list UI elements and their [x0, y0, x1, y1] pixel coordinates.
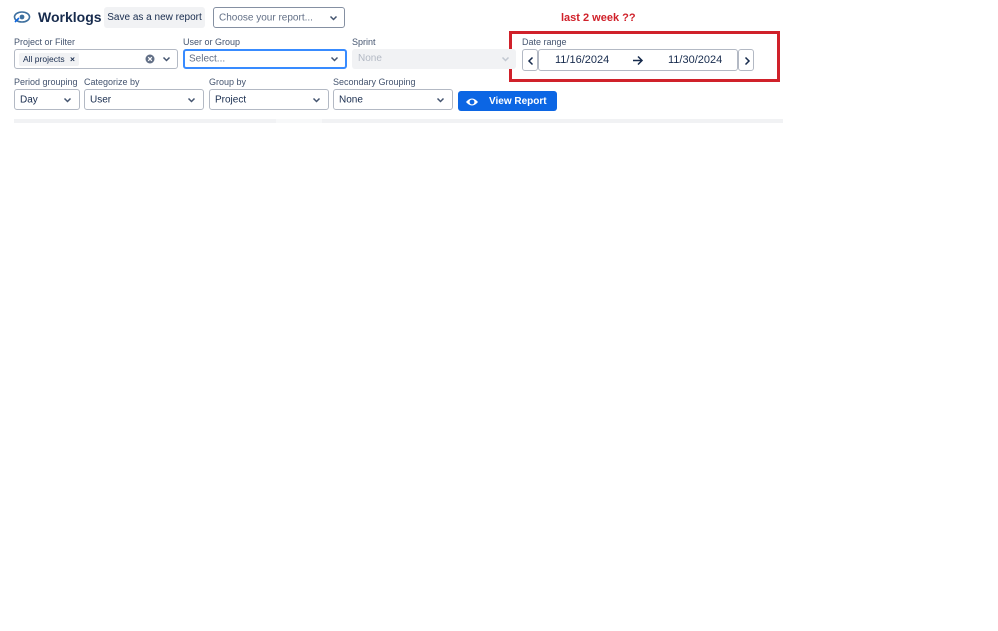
eye-icon	[465, 95, 479, 113]
next-period-button[interactable]	[738, 49, 754, 71]
project-tag-label: All projects	[23, 54, 65, 64]
period-grouping-label: Period grouping	[14, 77, 78, 87]
view-report-label: View Report	[489, 96, 547, 107]
chevron-down-icon	[329, 13, 338, 22]
chevron-right-icon	[743, 56, 751, 69]
date-range-control: 11/16/2024 11/30/2024	[522, 49, 754, 71]
categorize-by-select[interactable]: User	[84, 89, 204, 110]
save-as-new-report-label: Save as a new report	[107, 12, 202, 23]
period-grouping-value: Day	[20, 94, 38, 105]
user-group-placeholder: Select...	[189, 53, 226, 65]
categorize-by-label: Categorize by	[84, 77, 140, 87]
sprint-select: None	[352, 49, 516, 69]
view-report-button[interactable]: View Report	[458, 91, 557, 111]
clear-icon[interactable]	[145, 54, 155, 64]
app-logo-icon	[13, 9, 31, 25]
end-date[interactable]: 11/30/2024	[668, 54, 722, 66]
chevron-down-icon	[501, 55, 510, 64]
sprint-label: Sprint	[352, 37, 376, 47]
secondary-grouping-select[interactable]: None	[333, 89, 453, 110]
chevron-down-icon	[312, 95, 321, 104]
start-date[interactable]: 11/16/2024	[555, 54, 609, 66]
period-grouping-select[interactable]: Day	[14, 89, 80, 110]
choose-report-placeholder: Choose your report...	[219, 12, 313, 23]
choose-report-select[interactable]: Choose your report...	[213, 7, 345, 28]
chevron-down-icon	[330, 55, 339, 64]
project-filter-label: Project or Filter	[14, 37, 76, 47]
chevron-down-icon	[187, 95, 196, 104]
chevron-down-icon	[63, 95, 72, 104]
group-by-value: Project	[215, 94, 247, 105]
page-title: Worklogs	[38, 9, 102, 25]
save-as-new-report-button[interactable]: Save as a new report	[104, 7, 205, 28]
remove-tag-icon[interactable]: ×	[70, 54, 75, 64]
chevron-down-icon[interactable]	[162, 55, 171, 64]
project-filter-select[interactable]: All projects ×	[14, 49, 178, 69]
sprint-value: None	[358, 53, 382, 64]
categorize-by-value: User	[90, 94, 112, 105]
report-loading-bar	[14, 119, 783, 123]
secondary-grouping-label: Secondary Grouping	[333, 77, 416, 87]
chevron-down-icon	[436, 95, 445, 104]
annotation-text: last 2 week ??	[561, 12, 636, 24]
secondary-grouping-value: None	[339, 94, 363, 105]
group-by-label: Group by	[209, 77, 247, 87]
group-by-select[interactable]: Project	[209, 89, 329, 110]
arrow-right-icon	[632, 55, 644, 69]
chevron-left-icon	[527, 56, 535, 69]
date-range-label: Date range	[522, 37, 567, 47]
previous-period-button[interactable]	[522, 49, 538, 71]
user-group-label: User or Group	[183, 37, 241, 47]
date-range-input[interactable]: 11/16/2024 11/30/2024	[538, 49, 738, 71]
project-tag[interactable]: All projects ×	[19, 53, 79, 66]
user-group-select[interactable]: Select...	[183, 49, 347, 69]
loading-progress-segment	[276, 119, 322, 123]
